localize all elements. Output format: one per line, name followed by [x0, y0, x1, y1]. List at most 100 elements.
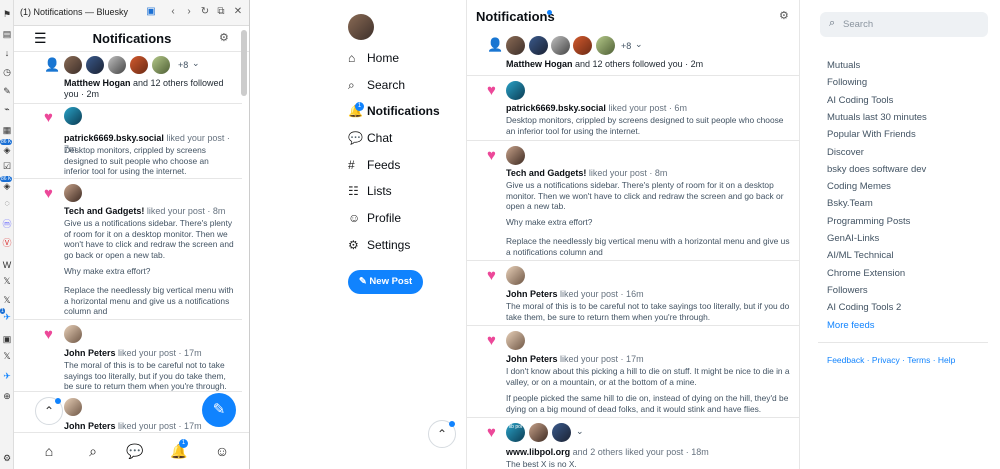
avatar[interactable] [573, 36, 592, 55]
wikipedia-icon[interactable]: W [1, 259, 13, 271]
avatar[interactable] [529, 423, 548, 442]
privacy-link[interactable]: Privacy [872, 355, 900, 365]
back-icon[interactable]: ‹ [166, 5, 180, 19]
liker-name[interactable]: John Peters [506, 289, 558, 299]
calendar-icon[interactable]: ▦ [1, 124, 13, 136]
chevron-down-icon[interactable]: ⌄ [192, 58, 200, 69]
feed-link[interactable]: Coding Memes [827, 181, 891, 192]
follower-name[interactable]: Matthew Hogan [64, 78, 131, 88]
user-avatar[interactable] [348, 14, 374, 40]
like-notification[interactable]: ♥ patrick6669.bsky.social liked your pos… [467, 76, 799, 141]
chart-icon[interactable]: ⌁ [1, 103, 13, 115]
feed-link[interactable]: Popular With Friends [827, 129, 916, 140]
avatar[interactable] [506, 266, 525, 285]
feed-link[interactable]: AI Coding Tools [827, 95, 893, 106]
chevron-down-icon[interactable]: ⌄ [576, 426, 584, 437]
compose-button[interactable]: ✎ [202, 393, 236, 427]
follow-notification[interactable]: 👤 +8 ⌄ Matthew Hogan and 12 others follo… [14, 52, 242, 104]
like-notification[interactable]: ♥ lib pol ⌄ www.libpol.org and 2 others … [467, 418, 799, 469]
bookmark-icon[interactable]: ⚑ [1, 8, 13, 20]
forward-icon[interactable]: › [182, 5, 196, 19]
avatar[interactable]: lib pol [506, 423, 525, 442]
search-box[interactable]: ⌕ Search [820, 12, 988, 37]
nav-search[interactable]: ⌕ Search [348, 78, 405, 96]
nav-chat[interactable]: 💬 Chat [348, 131, 392, 149]
nav-settings[interactable]: ⚙ Settings [348, 238, 410, 256]
new-post-button[interactable]: ✎ New Post [348, 270, 423, 294]
nav-profile[interactable]: ☺ Profile [348, 211, 401, 229]
like-notification[interactable]: ♥ John Peters liked your post · 16m The … [467, 261, 799, 326]
liker-name[interactable]: Tech and Gadgets! [64, 206, 144, 216]
feedback-link[interactable]: Feedback [827, 355, 864, 365]
like-notification[interactable]: ♥ John Peters liked your post · 17m I do… [467, 326, 799, 418]
chat-icon[interactable]: 💬 [125, 441, 145, 461]
liker-name[interactable]: patrick6669.bsky.social [506, 103, 606, 113]
clock-icon[interactable]: ◷ [1, 66, 13, 78]
feed-link[interactable]: Discover [827, 147, 864, 158]
feed-link[interactable]: Chrome Extension [827, 268, 905, 279]
liker-name[interactable]: John Peters [64, 348, 116, 358]
chat-icon[interactable]: ◌ [1, 197, 13, 209]
like-notification[interactable]: ♥ John Peters liked your post · 17m The … [14, 320, 242, 392]
feed-link[interactable]: AI/ML Technical [827, 250, 894, 261]
app-icon[interactable]: ▣ [1, 333, 13, 345]
chevron-down-icon[interactable]: ⌄ [635, 39, 643, 50]
home-icon[interactable]: ⌂ [39, 441, 59, 461]
search-placeholder[interactable]: Search [843, 19, 873, 30]
feed-link[interactable]: Programming Posts [827, 216, 910, 227]
avatar[interactable] [552, 423, 571, 442]
avatar[interactable] [64, 325, 82, 343]
nav-home[interactable]: ⌂ Home [348, 51, 399, 69]
feed-link[interactable]: AI Coding Tools 2 [827, 302, 901, 313]
check-icon[interactable]: ☑ [1, 160, 13, 172]
avatar[interactable] [152, 56, 170, 74]
bluesky-icon[interactable]: ✈ [1, 370, 13, 382]
liker-name[interactable]: patrick6669.bsky.social [64, 133, 164, 143]
avatar[interactable] [130, 56, 148, 74]
settings-gear-icon[interactable]: ⚙ [219, 31, 229, 44]
like-notification[interactable]: ♥ patrick6669.bsky.social liked your pos… [14, 104, 242, 179]
search-icon[interactable]: ⌕ [83, 441, 103, 461]
feed-link[interactable]: Followers [827, 285, 868, 296]
avatar[interactable] [506, 81, 525, 100]
plus-icon[interactable]: ⊕ [1, 390, 13, 402]
avatar[interactable] [529, 36, 548, 55]
reader-icon[interactable]: ▣ [144, 5, 158, 19]
like-notification[interactable]: ♥ Tech and Gadgets! liked your post · 8m… [14, 179, 242, 320]
avatar[interactable] [506, 36, 525, 55]
like-notification[interactable]: ♥ Tech and Gadgets! liked your post · 8m… [467, 141, 799, 261]
terms-link[interactable]: Terms [907, 355, 930, 365]
close-icon[interactable]: ✕ [231, 5, 245, 19]
open-tab-icon[interactable]: ⧉ [214, 5, 228, 19]
avatar[interactable] [506, 146, 525, 165]
avatar[interactable] [506, 331, 525, 350]
liker-name[interactable]: www.libpol.org [506, 447, 570, 457]
avatar[interactable] [64, 398, 82, 416]
avatar[interactable] [86, 56, 104, 74]
x-icon[interactable]: 𝕏 [1, 294, 13, 306]
liker-name[interactable]: John Peters [64, 421, 116, 431]
feed-link[interactable]: Following [827, 77, 867, 88]
mastodon-icon[interactable]: ⓜ [1, 218, 13, 230]
feed-link[interactable]: bsky does software dev [827, 164, 926, 175]
feed-link[interactable]: Mutuals last 30 minutes [827, 112, 927, 123]
profile-icon[interactable]: ☺ [212, 441, 232, 461]
x-icon[interactable]: 𝕏 [1, 350, 13, 362]
follower-name[interactable]: Matthew Hogan [506, 59, 573, 69]
avatar[interactable] [64, 56, 82, 74]
book-icon[interactable]: ▤ [1, 28, 13, 40]
liker-name[interactable]: Tech and Gadgets! [506, 168, 586, 178]
feed-link[interactable]: Bsky.Team [827, 198, 873, 209]
follow-notification[interactable]: 👤 +8 ⌄ Matthew Hogan and 12 others follo… [467, 32, 799, 76]
feed-link[interactable]: Mutuals [827, 60, 860, 71]
gear-icon[interactable]: ⚙ [1, 452, 13, 464]
avatar[interactable] [108, 56, 126, 74]
avatar[interactable] [551, 36, 570, 55]
nav-lists[interactable]: ☷ Lists [348, 184, 392, 202]
help-link[interactable]: Help [938, 355, 955, 365]
vivaldi-icon[interactable]: Ⓥ [1, 237, 13, 249]
more-feeds-link[interactable]: More feeds [827, 320, 875, 331]
avatar[interactable] [64, 184, 82, 202]
settings-gear-icon[interactable]: ⚙ [779, 9, 789, 22]
reload-icon[interactable]: ↻ [198, 5, 212, 19]
